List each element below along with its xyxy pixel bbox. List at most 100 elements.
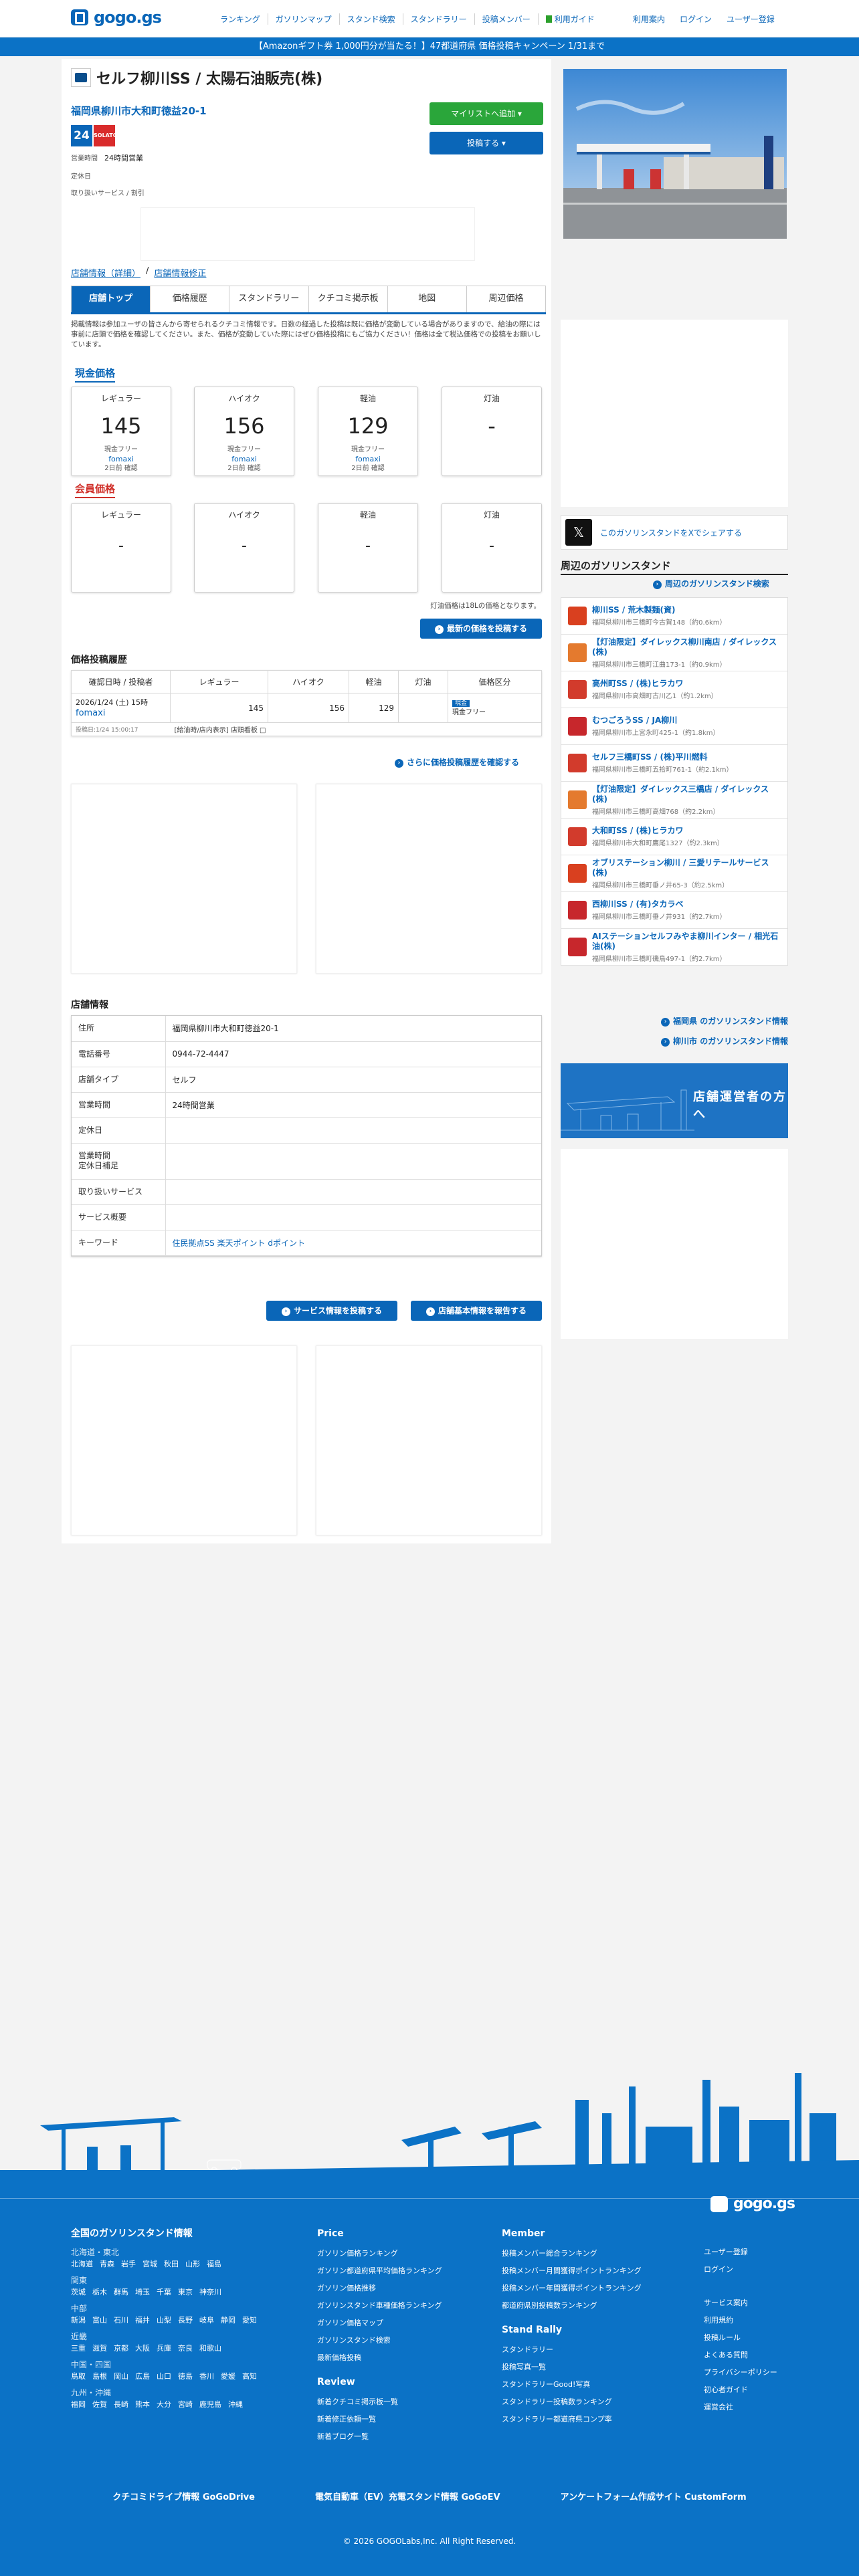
breadcrumb-detail[interactable]: 店舗情報（詳細） (71, 266, 140, 279)
footer-link[interactable]: 投稿メンバー総合ランキング (502, 2245, 676, 2262)
pref-link[interactable]: 愛媛 (221, 2371, 235, 2383)
share-x-button[interactable]: 𝕏 このガソリンスタンドをXでシェアする (561, 515, 788, 550)
pref-link[interactable]: 山口 (157, 2371, 171, 2383)
pref-link[interactable]: 和歌山 (199, 2343, 221, 2355)
pref-link[interactable]: 秋田 (164, 2258, 179, 2270)
nearby-station-item[interactable]: 【灯油限定】ダイレックス柳川南店 / ダイレックス(株) 福岡県柳川市三橋町江曲1… (561, 635, 787, 671)
pref-link[interactable]: 東京 (178, 2286, 193, 2298)
footer-link[interactable]: プライバシーポリシー (704, 2364, 797, 2381)
mylist-button[interactable]: マイリストへ追加 ▾ (430, 102, 543, 125)
pref-link[interactable]: 静岡 (221, 2315, 235, 2327)
sister-gogoev[interactable]: 電気自動車（EV）充電スタンド情報 GoGoEV (315, 2490, 500, 2502)
nav-search[interactable]: スタンド検索 (340, 13, 403, 25)
history-user[interactable]: fomaxi (76, 708, 105, 718)
pref-link[interactable]: 石川 (114, 2315, 128, 2327)
footer-logo[interactable]: gogo.gs (710, 2195, 795, 2212)
pref-link[interactable]: 鹿児島 (199, 2399, 221, 2411)
nearby-station-item[interactable]: セルフ三橋町SS / (株)平川燃料 福岡県柳川市三橋町五拾町761-1（約2.1… (561, 745, 787, 782)
pref-link[interactable]: 岩手 (121, 2258, 136, 2270)
pref-link[interactable]: 千葉 (157, 2286, 171, 2298)
pref-link[interactable]: 徳島 (178, 2371, 193, 2383)
tab-rally[interactable]: スタンドラリー (229, 286, 309, 312)
pref-link[interactable]: 奈良 (178, 2343, 193, 2355)
footer-link[interactable]: よくある質問 (704, 2347, 797, 2364)
pref-link[interactable]: 岡山 (114, 2371, 128, 2383)
nav-guide[interactable]: 利用ガイド (539, 13, 602, 25)
station-address[interactable]: 福岡県柳川市大和町徳益20-1 (71, 104, 207, 118)
nearby-search-link[interactable]: › 周辺のガソリンスタンド検索 (653, 578, 769, 589)
sister-gogodrive[interactable]: クチコミドライブ情報 GoGoDrive (112, 2490, 255, 2502)
nearby-station-item[interactable]: 西柳川SS / (有)タカラベ 福岡県柳川市三橋町垂ノ井931（約2.7km） (561, 892, 787, 929)
footer-link[interactable]: ガソリンスタンド検索 (317, 2332, 478, 2349)
pref-link[interactable]: 新潟 (71, 2315, 86, 2327)
post-dropdown-button[interactable]: 投稿する ▾ (430, 132, 543, 154)
pref-link[interactable]: 岐阜 (199, 2315, 214, 2327)
footer-link[interactable]: ガソリンスタンド車種価格ランキング (317, 2297, 478, 2315)
pref-link[interactable]: 富山 (92, 2315, 107, 2327)
nav-ranking[interactable]: ランキング (213, 13, 268, 25)
footer-link[interactable]: 新着修正依頼一覧 (317, 2411, 478, 2428)
nav-map[interactable]: ガソリンマップ (268, 13, 340, 25)
nearby-station-item[interactable]: 高州町SS / (株)ヒラカワ 福岡県柳川市高畑町古川乙1（約1.2km） (561, 671, 787, 708)
footer-link[interactable]: 投稿ルール (704, 2329, 797, 2347)
pref-link[interactable]: 兵庫 (157, 2343, 171, 2355)
pref-link[interactable]: 茨城 (71, 2286, 86, 2298)
operator-banner[interactable]: 店舗運営者の方へ (561, 1063, 788, 1138)
footer-link[interactable]: ログイン (704, 2261, 797, 2278)
footer-link[interactable]: スタンドラリー都道府県コンプ率 (502, 2411, 676, 2428)
post-latest-price-button[interactable]: › 最新の価格を投稿する (420, 619, 542, 639)
nav-rally[interactable]: スタンドラリー (403, 13, 475, 25)
pref-link[interactable]: 長野 (178, 2315, 193, 2327)
footer-link[interactable]: ガソリン都道府県平均価格ランキング (317, 2262, 478, 2280)
campaign-banner[interactable]: 【Amazonギフト券 1,000円分が当たる！】47都道府県 価格投稿キャンペ… (0, 37, 859, 56)
info-value[interactable]: 住民拠点SS 楽天ポイント dポイント (165, 1230, 541, 1256)
footer-link[interactable]: 運営会社 (704, 2399, 797, 2416)
pref-link[interactable]: 大阪 (135, 2343, 150, 2355)
nearby-station-item[interactable]: AIステーションセルフみやま柳川インター / 相光石油(株) 福岡県柳川市三橋町磯… (561, 929, 787, 966)
footer-link[interactable]: ガソリン価格マップ (317, 2315, 478, 2332)
price-user[interactable]: fomaxi (318, 455, 417, 464)
price-user[interactable]: fomaxi (72, 455, 171, 464)
pref-link[interactable]: 群馬 (114, 2286, 128, 2298)
nearby-station-item[interactable]: むつごろうSS / JA柳川 福岡県柳川市上宮永町425-1（約1.8km） (561, 708, 787, 745)
register-link[interactable]: ユーザー登録 (727, 13, 775, 25)
footer-link[interactable]: スタンドラリー投稿数ランキング (502, 2393, 676, 2411)
pref-link[interactable]: 神奈川 (199, 2286, 221, 2298)
pref-link[interactable]: 京都 (114, 2343, 128, 2355)
login-link[interactable]: ログイン (680, 13, 712, 25)
nearby-station-item[interactable]: 【灯油限定】ダイレックス三橋店 / ダイレックス(株) 福岡県柳川市三橋町高畑76… (561, 782, 787, 819)
footer-link[interactable]: 利用規約 (704, 2312, 797, 2329)
pref-link[interactable]: 島根 (92, 2371, 107, 2383)
pref-link[interactable]: 山形 (185, 2258, 200, 2270)
tab-map[interactable]: 地図 (387, 286, 467, 312)
breadcrumb-edit[interactable]: 店舗情報修正 (154, 266, 206, 279)
usage-link[interactable]: 利用案内 (633, 13, 665, 25)
site-logo[interactable]: gogo.gs (71, 8, 162, 27)
footer-link[interactable]: 新着クチコミ掲示板一覧 (317, 2393, 478, 2411)
pref-link[interactable]: 沖縄 (228, 2399, 243, 2411)
pref-stations-link[interactable]: › 福岡県 のガソリンスタンド情報 (642, 1015, 788, 1027)
footer-link[interactable]: 投稿メンバー年間獲得ポイントランキング (502, 2280, 676, 2297)
city-stations-link[interactable]: › 柳川市 のガソリンスタンド情報 (642, 1035, 788, 1047)
pref-link[interactable]: 山梨 (157, 2315, 171, 2327)
footer-link[interactable]: 投稿メンバー月間獲得ポイントランキング (502, 2262, 676, 2280)
nav-members[interactable]: 投稿メンバー (475, 13, 539, 25)
pref-link[interactable]: 宮崎 (178, 2399, 193, 2411)
pref-link[interactable]: 広島 (135, 2371, 150, 2383)
tab-board[interactable]: クチコミ掲示板 (308, 286, 388, 312)
footer-link[interactable]: スタンドラリーGood!写真 (502, 2376, 676, 2393)
pref-link[interactable]: 高知 (242, 2371, 257, 2383)
pref-link[interactable]: 長崎 (114, 2399, 128, 2411)
footer-link[interactable]: サービス案内 (704, 2294, 797, 2312)
pref-link[interactable]: 青森 (100, 2258, 114, 2270)
nearby-station-item[interactable]: 柳川SS / 荒木製麺(資) 福岡県柳川市三橋町今古賀148（約0.6km） (561, 598, 787, 635)
tab-nearby[interactable]: 周辺価格 (466, 286, 546, 312)
nearby-station-item[interactable]: 大和町SS / (株)ヒラカワ 福岡県柳川市大和町鷹尾1327（約2.3km） (561, 819, 787, 855)
pref-link[interactable]: 鳥取 (71, 2371, 86, 2383)
pref-link[interactable]: 埼玉 (135, 2286, 150, 2298)
pref-link[interactable]: 大分 (157, 2399, 171, 2411)
pref-link[interactable]: 福井 (135, 2315, 150, 2327)
pref-link[interactable]: 宮城 (142, 2258, 157, 2270)
report-basic-info-button[interactable]: › 店舗基本情報を報告する (411, 1301, 542, 1321)
footer-link[interactable]: スタンドラリー (502, 2341, 676, 2359)
